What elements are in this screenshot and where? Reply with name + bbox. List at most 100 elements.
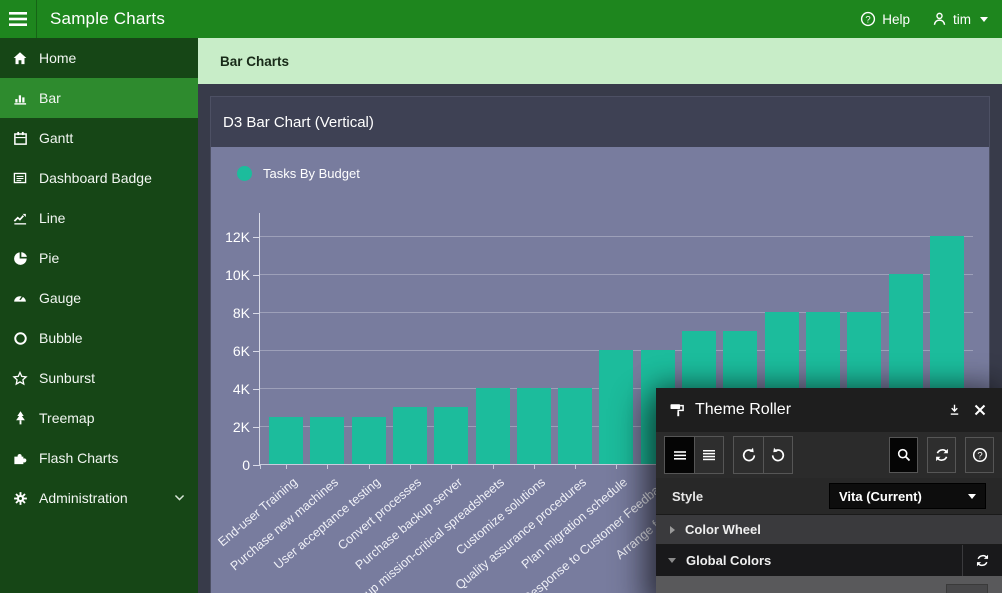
- help-button[interactable]: ?: [965, 437, 994, 473]
- section-global-colors[interactable]: Global Colors: [656, 544, 1002, 576]
- chevron-down-icon: [668, 558, 676, 563]
- sidebar-item-label: Gauge: [39, 290, 81, 306]
- x-axis-tick: [410, 464, 411, 469]
- help-label: Help: [882, 12, 910, 27]
- toolbar-button-group: [664, 436, 724, 474]
- y-axis-tick: [253, 389, 260, 390]
- style-select-value: Vita (Current): [839, 489, 965, 504]
- menu-compact-button[interactable]: [665, 437, 694, 473]
- sidebar-item-line[interactable]: Line: [0, 198, 198, 238]
- x-axis-tick: [616, 464, 617, 469]
- x-axis-tick: [575, 464, 576, 469]
- sidebar-item-treemap[interactable]: Treemap: [0, 398, 198, 438]
- bar[interactable]: [476, 388, 510, 464]
- x-axis-tick: [286, 464, 287, 469]
- person-icon: [932, 11, 947, 27]
- sidebar-item-bubble[interactable]: Bubble: [0, 318, 198, 358]
- bar[interactable]: [352, 417, 386, 465]
- sidebar-item-sunburst[interactable]: Sunburst: [0, 358, 198, 398]
- bar[interactable]: [434, 407, 468, 464]
- sidebar-item-dashboard-badge[interactable]: Dashboard Badge: [0, 158, 198, 198]
- menu-detailed-button[interactable]: [694, 437, 723, 473]
- search-icon: [896, 447, 912, 463]
- bar[interactable]: [558, 388, 592, 464]
- theme-roller-body: [656, 576, 1002, 593]
- gantt-calendar-icon: [10, 130, 30, 146]
- y-axis-tick: [253, 313, 260, 314]
- sidebar-item-flash-charts[interactable]: Flash Charts: [0, 438, 198, 478]
- sidebar-item-bar[interactable]: Bar: [0, 78, 198, 118]
- dashboard-badge-icon: [10, 170, 30, 186]
- sidebar-item-gantt[interactable]: Gantt: [0, 118, 198, 158]
- sidebar-item-label: Line: [39, 210, 65, 226]
- y-axis-label: 4K: [211, 381, 250, 397]
- y-axis-tick: [253, 275, 260, 276]
- chevron-down-icon: [968, 494, 976, 499]
- legend-marker-icon: [237, 166, 252, 181]
- chevron-down-icon: [173, 491, 186, 504]
- sidebar-item-label: Sunburst: [39, 370, 95, 386]
- gridline: [260, 274, 973, 275]
- undo-button[interactable]: [734, 437, 763, 473]
- y-axis-tick: [253, 465, 260, 466]
- sidebar-item-label: Dashboard Badge: [39, 170, 152, 186]
- y-axis-tick: [253, 237, 260, 238]
- y-axis-label: 6K: [211, 343, 250, 359]
- search-button[interactable]: [889, 437, 918, 473]
- refresh-button[interactable]: [927, 437, 956, 473]
- close-icon: [974, 404, 986, 416]
- style-row: Style Vita (Current): [656, 478, 1002, 514]
- help-circle-icon: ?: [860, 11, 876, 27]
- section-color-wheel[interactable]: Color Wheel: [656, 514, 1002, 544]
- x-axis-tick: [327, 464, 328, 469]
- undo-icon: [741, 447, 757, 463]
- sidebar-item-label: Bar: [39, 90, 61, 106]
- theme-roller-title: Theme Roller: [695, 401, 945, 419]
- y-axis-tick: [253, 351, 260, 352]
- global-colors-reset-button[interactable]: [962, 545, 1002, 576]
- color-swatch-button[interactable]: [946, 584, 988, 593]
- bar[interactable]: [310, 417, 344, 465]
- bar[interactable]: [393, 407, 427, 464]
- top-app-bar: Sample Charts ? Help tim: [0, 0, 1002, 38]
- download-button[interactable]: [945, 402, 963, 418]
- sidebar-item-label: Treemap: [39, 410, 95, 426]
- style-select[interactable]: Vita (Current): [829, 483, 986, 509]
- sidebar-item-label: Home: [39, 50, 76, 66]
- sync-icon: [934, 447, 950, 463]
- x-axis-tick: [451, 464, 452, 469]
- theme-roller-header[interactable]: Theme Roller: [656, 388, 1002, 432]
- sidebar-item-administration[interactable]: Administration: [0, 478, 198, 518]
- close-button[interactable]: [971, 402, 989, 418]
- user-menu-button[interactable]: tim: [932, 11, 988, 27]
- sidebar-item-home[interactable]: Home: [0, 38, 198, 78]
- x-axis-tick: [493, 464, 494, 469]
- sidebar-item-gauge[interactable]: Gauge: [0, 278, 198, 318]
- sidebar-item-label: Administration: [39, 490, 128, 506]
- gridline: [260, 236, 973, 237]
- svg-text:?: ?: [977, 450, 982, 461]
- legend-item[interactable]: Tasks By Budget: [237, 166, 360, 181]
- download-icon: [948, 403, 961, 417]
- help-button[interactable]: ? Help: [860, 11, 910, 27]
- line-chart-icon: [10, 210, 30, 226]
- chevron-right-icon: [670, 526, 675, 534]
- bar[interactable]: [517, 388, 551, 464]
- sidebar-item-pie[interactable]: Pie: [0, 238, 198, 278]
- bar[interactable]: [269, 417, 303, 465]
- theme-roller-panel: Theme Roller ? Style Vita (Current) Colo…: [656, 388, 1002, 593]
- menu-toggle-button[interactable]: [0, 0, 37, 38]
- sidebar-item-label: Pie: [39, 250, 59, 266]
- chevron-down-icon: [980, 17, 988, 22]
- hamburger-icon: [9, 12, 27, 26]
- bar[interactable]: [599, 350, 633, 464]
- y-axis-label: 12K: [211, 229, 250, 245]
- bubble-chart-icon: [10, 330, 30, 346]
- home-icon: [10, 50, 30, 66]
- theme-roller-toolbar: ?: [656, 432, 1002, 478]
- y-axis-label: 2K: [211, 419, 250, 435]
- x-axis-tick: [369, 464, 370, 469]
- redo-button[interactable]: [763, 437, 792, 473]
- page-title: Bar Charts: [220, 54, 289, 69]
- app-title: Sample Charts: [50, 9, 165, 29]
